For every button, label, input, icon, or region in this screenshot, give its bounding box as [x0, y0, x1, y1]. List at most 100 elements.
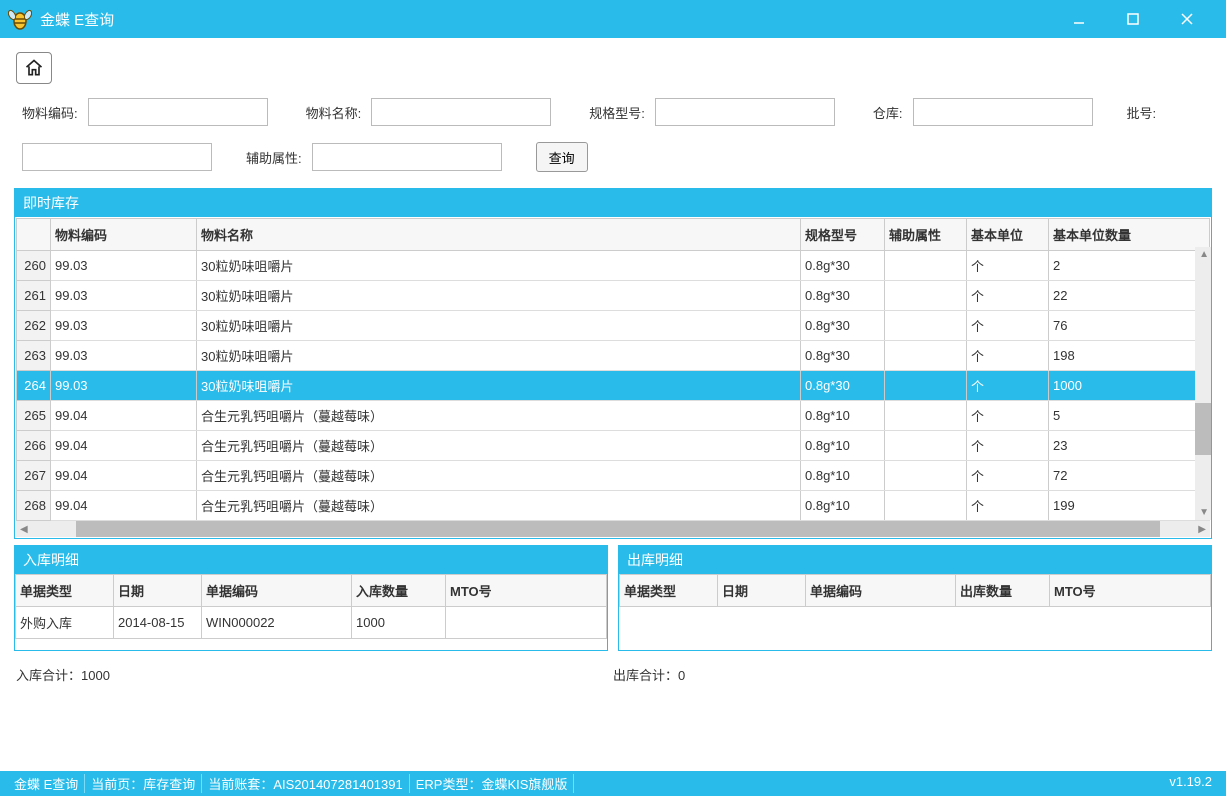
row-number: 261: [17, 281, 51, 311]
cell-name: 30粒奶味咀嚼片: [197, 341, 801, 371]
scroll-down-icon[interactable]: ▼: [1199, 507, 1209, 518]
cell-qty: 198: [1049, 341, 1210, 371]
cell-aux: [885, 251, 967, 281]
batch-input[interactable]: [22, 143, 212, 171]
col-name[interactable]: 物料名称: [197, 219, 801, 251]
inbound-total: 入库合计：1000: [16, 665, 613, 684]
cell-code: 99.03: [51, 281, 197, 311]
table-row[interactable]: 26099.0330粒奶味咀嚼片0.8g*30个2: [17, 251, 1210, 281]
row-number: 266: [17, 431, 51, 461]
spec-input[interactable]: [655, 98, 835, 126]
cell-qty: 23: [1049, 431, 1210, 461]
close-button[interactable]: [1172, 9, 1202, 29]
warehouse-label: 仓库:: [873, 103, 903, 122]
cell-date: 2014-08-15: [114, 607, 202, 639]
table-row[interactable]: 26499.0330粒奶味咀嚼片0.8g*30个1000: [17, 371, 1210, 401]
horizontal-scroll-thumb[interactable]: [76, 521, 1160, 537]
cell-unit: 个: [967, 401, 1049, 431]
cell-spec: 0.8g*10: [801, 431, 885, 461]
out-col-mto[interactable]: MTO号: [1050, 575, 1211, 607]
material-code-input[interactable]: [88, 98, 268, 126]
table-row[interactable]: 26599.04合生元乳钙咀嚼片（蔓越莓味）0.8g*10个5: [17, 401, 1210, 431]
cell-code: 99.03: [51, 341, 197, 371]
table-row[interactable]: 26399.0330粒奶味咀嚼片0.8g*30个198: [17, 341, 1210, 371]
cell-qty: 2: [1049, 251, 1210, 281]
row-number: 263: [17, 341, 51, 371]
cell-spec: 0.8g*30: [801, 311, 885, 341]
batch-label: 批号:: [1127, 103, 1157, 122]
col-spec[interactable]: 规格型号: [801, 219, 885, 251]
out-col-type[interactable]: 单据类型: [620, 575, 718, 607]
col-unit[interactable]: 基本单位: [967, 219, 1049, 251]
aux-attr-input[interactable]: [312, 143, 502, 171]
cell-spec: 0.8g*30: [801, 341, 885, 371]
row-number: 268: [17, 491, 51, 521]
warehouse-input[interactable]: [913, 98, 1093, 126]
aux-attr-label: 辅助属性:: [246, 148, 302, 167]
scroll-left-icon[interactable]: ◀: [16, 524, 32, 535]
in-col-code[interactable]: 单据编码: [202, 575, 352, 607]
cell-qty: 1000: [1049, 371, 1210, 401]
vertical-scroll-thumb[interactable]: [1195, 403, 1211, 455]
table-row[interactable]: 外购入库2014-08-15WIN0000221000: [16, 607, 607, 639]
cell-spec: 0.8g*10: [801, 401, 885, 431]
inventory-table: 物料编码 物料名称 规格型号 辅助属性 基本单位 基本单位数量 26099.03…: [16, 218, 1210, 521]
table-row[interactable]: 26199.0330粒奶味咀嚼片0.8g*30个22: [17, 281, 1210, 311]
outbound-total: 出库合计：0: [613, 665, 685, 684]
scroll-up-icon[interactable]: ▲: [1199, 249, 1209, 260]
outbound-table: 单据类型 日期 单据编码 出库数量 MTO号: [619, 574, 1211, 607]
cell-name: 合生元乳钙咀嚼片（蔓越莓味）: [197, 491, 801, 521]
status-version: v1.19.2: [1163, 774, 1218, 793]
inventory-table-wrapper: 物料编码 物料名称 规格型号 辅助属性 基本单位 基本单位数量 26099.03…: [15, 217, 1211, 538]
cell-unit: 个: [967, 491, 1049, 521]
cell-qty: 1000: [352, 607, 446, 639]
outbound-panel: 出库明细 单据类型 日期 单据编码 出库数量 MTO号: [618, 545, 1212, 651]
table-row[interactable]: 26299.0330粒奶味咀嚼片0.8g*30个76: [17, 311, 1210, 341]
out-col-code[interactable]: 单据编码: [806, 575, 956, 607]
row-number: 265: [17, 401, 51, 431]
totals-row: 入库合计：1000 出库合计：0: [0, 651, 1226, 688]
cell-qty: 72: [1049, 461, 1210, 491]
row-number: 267: [17, 461, 51, 491]
cell-name: 30粒奶味咀嚼片: [197, 251, 801, 281]
vertical-scrollbar[interactable]: [1195, 247, 1211, 520]
titlebar: 金蝶 E查询: [0, 0, 1226, 38]
cell-aux: [885, 401, 967, 431]
col-code[interactable]: 物料编码: [51, 219, 197, 251]
minimize-button[interactable]: [1064, 9, 1094, 29]
cell-code: 99.03: [51, 311, 197, 341]
col-aux[interactable]: 辅助属性: [885, 219, 967, 251]
scroll-right-icon[interactable]: ▶: [1194, 524, 1210, 535]
table-row[interactable]: 26899.04合生元乳钙咀嚼片（蔓越莓味）0.8g*10个199: [17, 491, 1210, 521]
query-button[interactable]: 查询: [536, 142, 588, 172]
cell-code: 99.04: [51, 461, 197, 491]
out-col-qty[interactable]: 出库数量: [956, 575, 1050, 607]
status-account: 当前账套：AIS201407281401391: [202, 774, 409, 793]
out-col-date[interactable]: 日期: [718, 575, 806, 607]
table-row[interactable]: 26799.04合生元乳钙咀嚼片（蔓越莓味）0.8g*10个72: [17, 461, 1210, 491]
status-erp: ERP类型：金蝶KIS旗舰版: [410, 774, 575, 793]
cell-unit: 个: [967, 251, 1049, 281]
cell-name: 合生元乳钙咀嚼片（蔓越莓味）: [197, 461, 801, 491]
cell-qty: 5: [1049, 401, 1210, 431]
table-row[interactable]: 26699.04合生元乳钙咀嚼片（蔓越莓味）0.8g*10个23: [17, 431, 1210, 461]
maximize-button[interactable]: [1118, 9, 1148, 29]
in-col-type[interactable]: 单据类型: [16, 575, 114, 607]
cell-aux: [885, 431, 967, 461]
home-button[interactable]: [16, 52, 52, 84]
material-name-input[interactable]: [371, 98, 551, 126]
horizontal-scrollbar[interactable]: ◀ ▶: [16, 521, 1210, 537]
in-col-mto[interactable]: MTO号: [446, 575, 607, 607]
cell-mto: [446, 607, 607, 639]
col-qty[interactable]: 基本单位数量: [1049, 219, 1210, 251]
cell-name: 30粒奶味咀嚼片: [197, 281, 801, 311]
inventory-header-row: 物料编码 物料名称 规格型号 辅助属性 基本单位 基本单位数量: [17, 219, 1210, 251]
cell-spec: 0.8g*30: [801, 371, 885, 401]
cell-code: 99.03: [51, 251, 197, 281]
cell-unit: 个: [967, 461, 1049, 491]
in-col-date[interactable]: 日期: [114, 575, 202, 607]
cell-code: WIN000022: [202, 607, 352, 639]
home-icon: [23, 58, 45, 78]
cell-spec: 0.8g*30: [801, 251, 885, 281]
in-col-qty[interactable]: 入库数量: [352, 575, 446, 607]
